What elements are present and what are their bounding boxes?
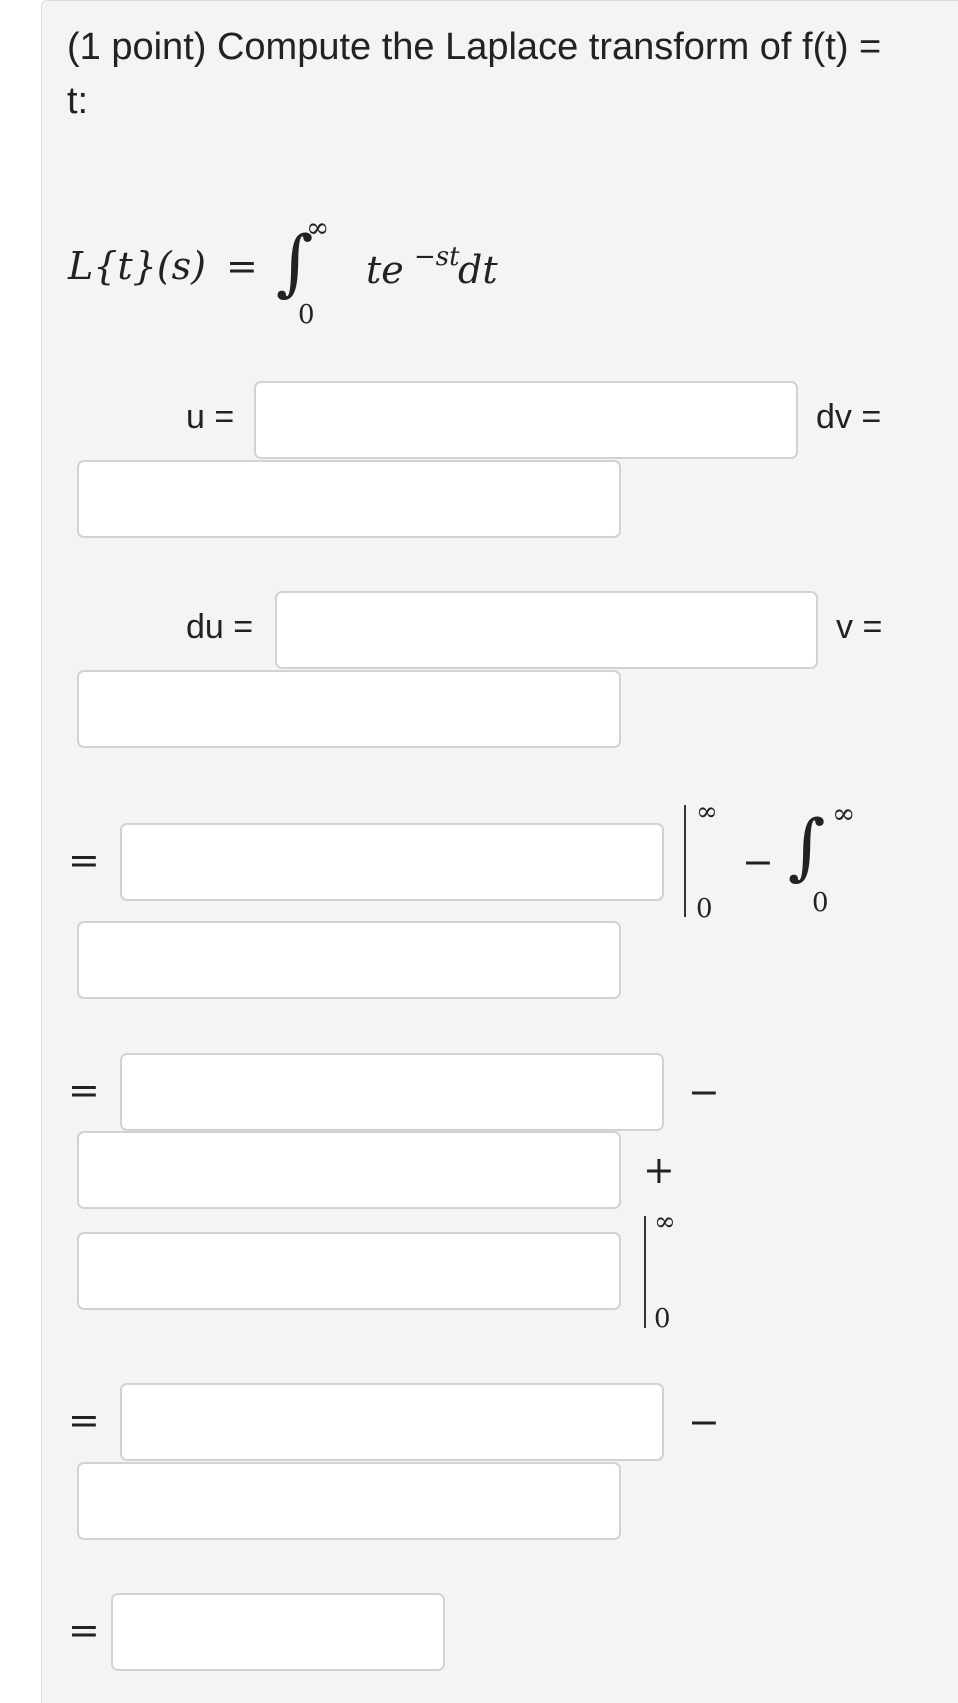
step2-input-c[interactable] <box>77 1232 621 1310</box>
du-label: du = <box>186 608 254 646</box>
v-input[interactable] <box>77 670 621 748</box>
step1-uv-input[interactable] <box>120 823 664 901</box>
step1-int-upper: ∞ <box>832 797 856 830</box>
step1-vdu-input[interactable] <box>77 921 621 999</box>
step1-eval-upper: ∞ <box>696 797 718 827</box>
u-input[interactable] <box>254 381 798 459</box>
step2-input-b[interactable] <box>77 1131 621 1209</box>
step4-equals: = <box>68 1608 100 1652</box>
dv-input[interactable] <box>77 460 621 538</box>
evaluation-bar <box>684 805 686 917</box>
question-text: (1 point) Compute the Laplace transform … <box>67 26 882 68</box>
dv-label: dv = <box>816 398 882 436</box>
step3-minus: − <box>688 1400 720 1444</box>
du-input[interactable] <box>275 591 818 669</box>
laplace-lhs: L{t}(s) <box>68 244 207 288</box>
step1-minus: − <box>742 840 774 884</box>
equals-sign: = <box>226 244 258 288</box>
step2-equals: = <box>68 1068 100 1112</box>
step2-minus: − <box>688 1070 720 1114</box>
integrand-base: te <box>366 248 404 292</box>
step3-input-b[interactable] <box>77 1462 621 1540</box>
step1-integral-icon: ∫ <box>788 804 826 888</box>
step1-int-lower: 0 <box>812 888 829 918</box>
question-text-function: t: <box>67 80 89 122</box>
step2-plus: + <box>643 1148 675 1192</box>
v-label: v = <box>836 608 883 646</box>
step3-input-a[interactable] <box>120 1383 664 1461</box>
step2-eval-upper: ∞ <box>654 1207 676 1237</box>
integrand-differential: dt <box>458 248 498 292</box>
step1-equals: = <box>68 838 100 882</box>
step2-input-a[interactable] <box>120 1053 664 1131</box>
step1-eval-lower: 0 <box>696 894 713 924</box>
integral-upper-limit: ∞ <box>306 211 330 244</box>
final-answer-input[interactable] <box>111 1593 445 1671</box>
integrand-exponent: −st <box>414 242 460 272</box>
step2-eval-lower: 0 <box>654 1304 671 1334</box>
step3-equals: = <box>68 1398 100 1442</box>
u-label: u = <box>186 398 235 436</box>
integral-lower-limit: 0 <box>298 300 315 330</box>
step2-evaluation-bar <box>644 1216 646 1328</box>
